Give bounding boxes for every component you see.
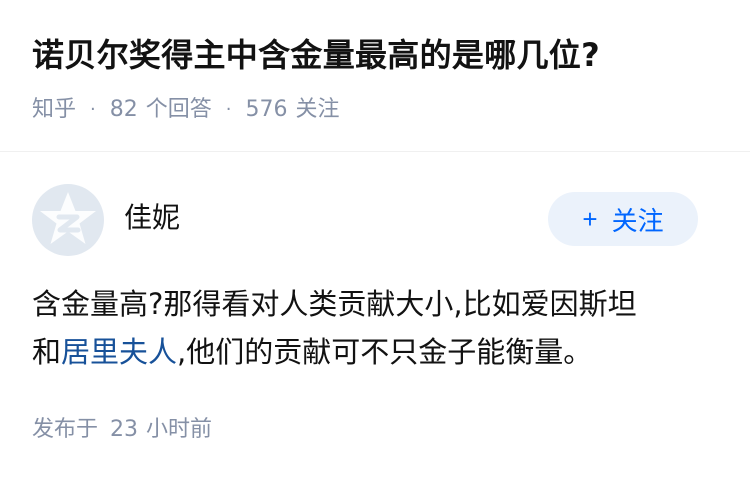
curie-link[interactable]: 居里夫人 [61, 335, 177, 369]
posted-unit: 小时前 [146, 417, 213, 442]
content-text: ,他们的贡献可不只金子能衡量。 [177, 335, 593, 369]
post-time: 发布于 23 小时前 [32, 414, 212, 446]
separator-dot: · [90, 99, 96, 120]
posted-label: 发布于 [32, 417, 99, 442]
answers-label: 个回答 [145, 97, 212, 122]
answer-content[interactable]: 含金量高?那得看对人类贡献大小,比如爱因斯坦 和居里夫人,他们的贡献可不只金子能… [32, 280, 722, 376]
follow-button-label: 关注 [611, 205, 664, 236]
answers-count: 82 [109, 97, 138, 122]
answer-card: 佳妮 + 关注 含金量高?那得看对人类贡献大小,比如爱因斯坦 和居里夫人,他们的… [0, 152, 750, 482]
plus-icon: + [582, 203, 598, 234]
content-line-1: 含金量高?那得看对人类贡献大小,比如爱因斯坦 [32, 287, 637, 321]
question-title[interactable]: 诺贝尔奖得主中含金量最高的是哪几位? [32, 33, 600, 77]
default-avatar-icon [40, 192, 96, 244]
question-meta: 知乎 · 82 个回答 · 576 关注 [32, 94, 340, 126]
separator-dot: · [225, 99, 232, 120]
content-line-2: 和居里夫人,他们的贡献可不只金子能衡量。 [32, 328, 722, 376]
author-name[interactable]: 佳妮 [124, 200, 180, 236]
followers-count: 576 [245, 97, 288, 122]
posted-number: 23 [110, 417, 139, 442]
avatar[interactable] [32, 184, 104, 256]
content-text: 和 [32, 335, 62, 369]
followers-label: 关注 [295, 97, 340, 122]
question-header: 诺贝尔奖得主中含金量最高的是哪几位? 知乎 · 82 个回答 · 576 关注 [0, 0, 750, 152]
source-label[interactable]: 知乎 [32, 94, 76, 126]
follow-button[interactable]: + 关注 [548, 192, 698, 246]
